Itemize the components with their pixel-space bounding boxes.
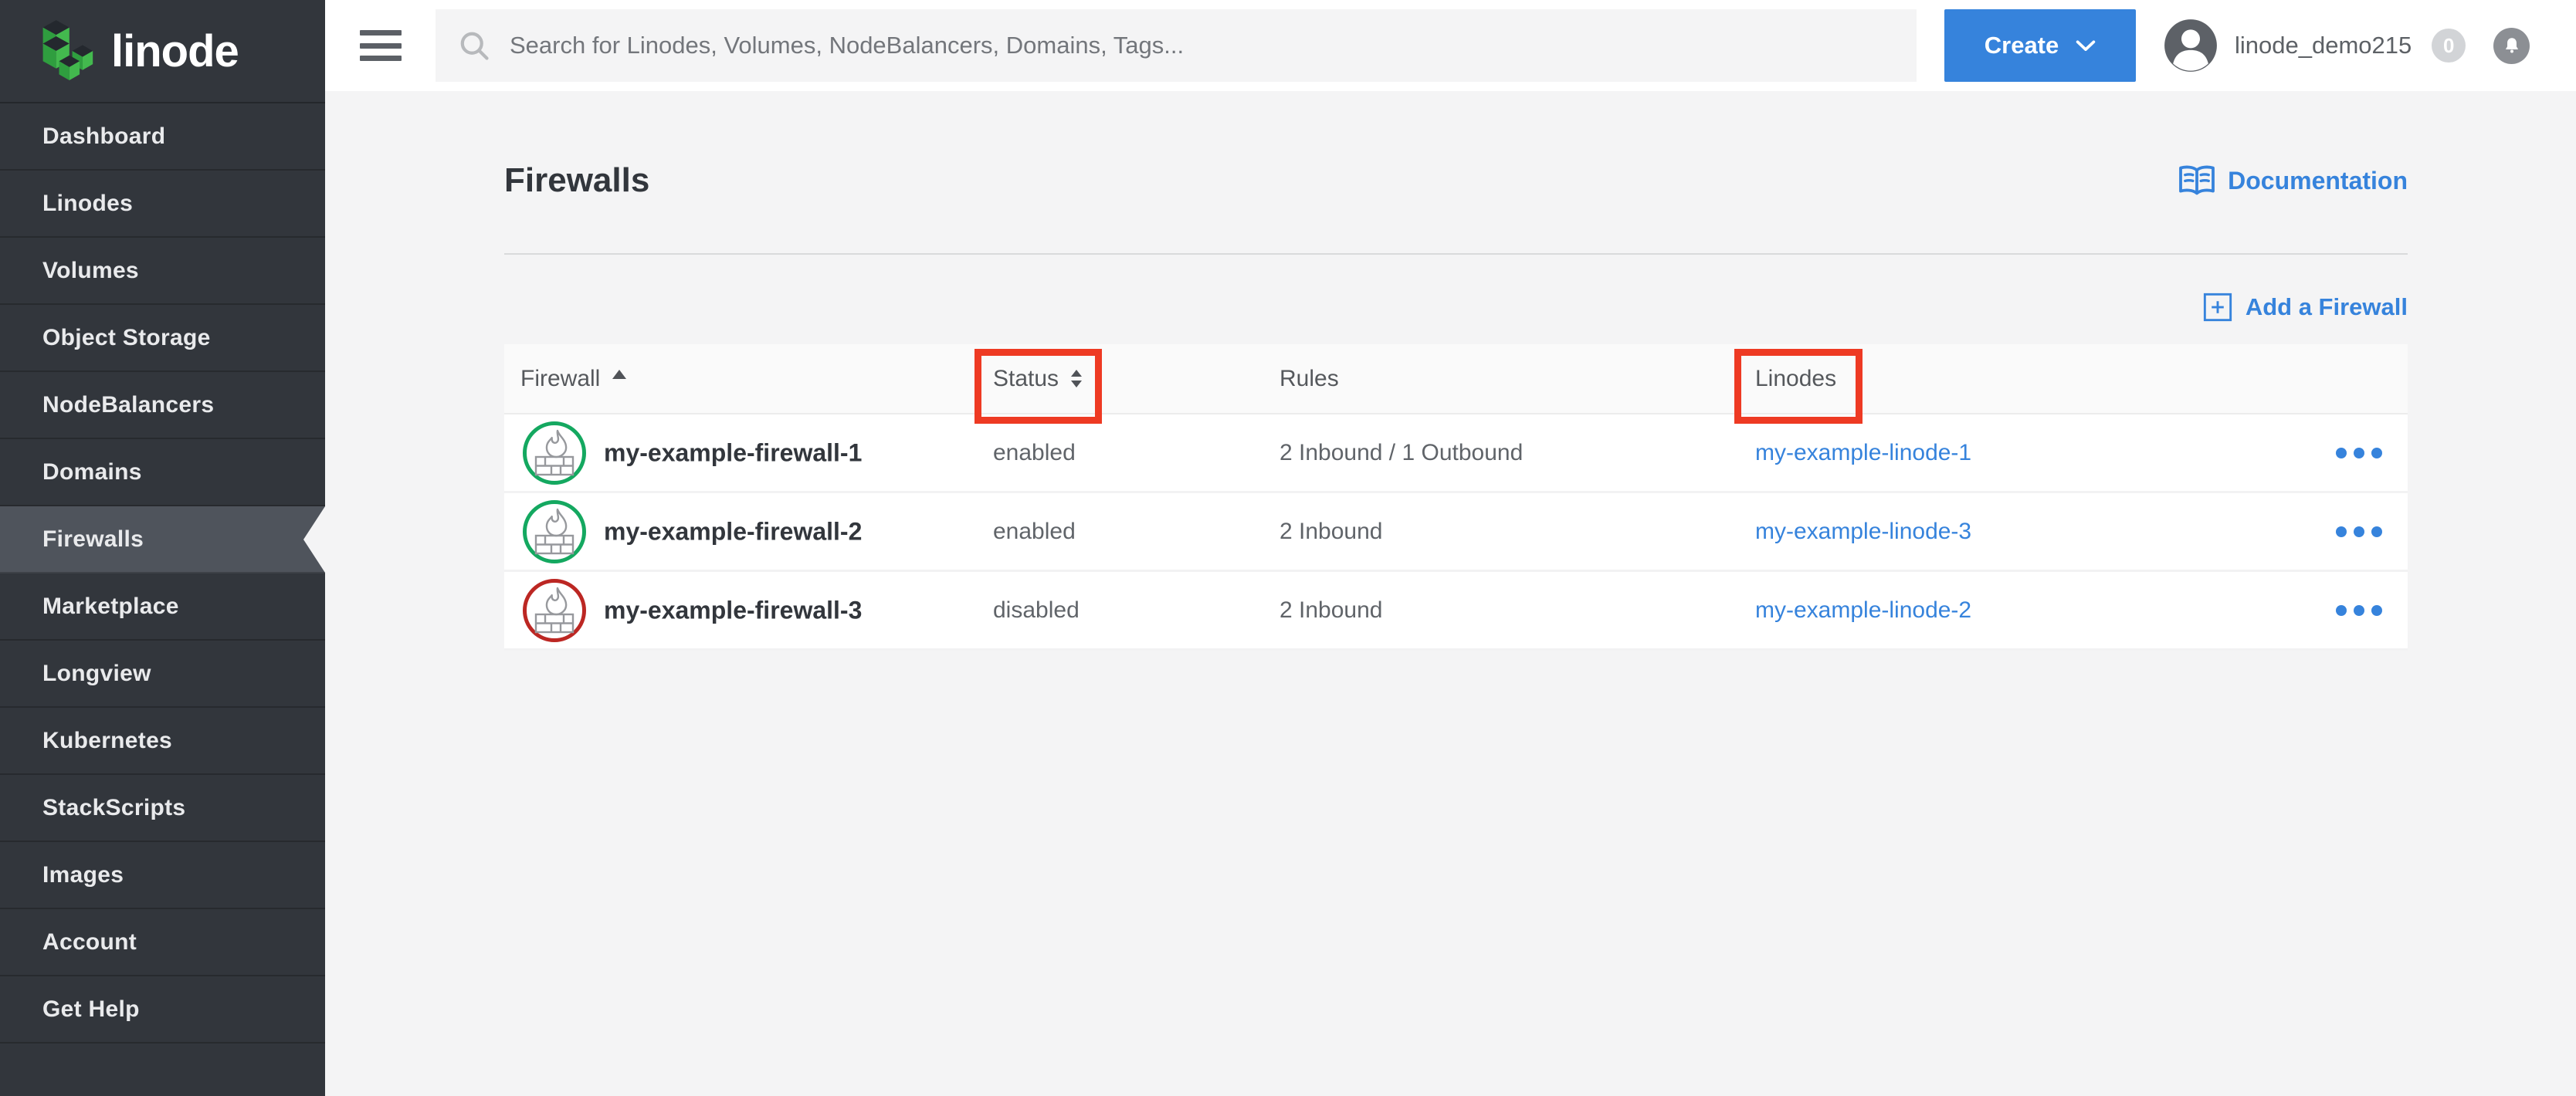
hamburger-icon — [360, 30, 402, 36]
firewall-rules: 2 Inbound / 1 Outbound — [1280, 440, 1523, 466]
sidebar-item-marketplace[interactable]: Marketplace — [0, 573, 325, 641]
column-header-linodes: Linodes — [1755, 366, 1836, 392]
linode-link[interactable]: my-example-linode-1 — [1755, 440, 1971, 466]
column-header-status[interactable]: Status — [993, 366, 1082, 392]
linode-link[interactable]: my-example-linode-2 — [1755, 597, 1971, 624]
plus-square-icon — [2202, 292, 2233, 323]
sort-ascending-icon — [612, 370, 626, 379]
menu-button[interactable] — [360, 30, 402, 61]
main-content: Firewalls Documentation — [325, 91, 2576, 1096]
add-firewall-button[interactable]: Add a Firewall — [2202, 292, 2408, 323]
documentation-icon — [2177, 164, 2217, 198]
linode-logo-text: linode — [111, 25, 239, 77]
notifications-button[interactable] — [2493, 28, 2530, 64]
firewall-status: disabled — [993, 597, 1080, 624]
search-bar — [436, 9, 1917, 82]
sidebar-item-stackscripts[interactable]: StackScripts — [0, 775, 325, 842]
firewall-enabled-icon — [522, 499, 587, 564]
linode-cloud-manager: linode Dashboard Linodes Volumes Object … — [0, 0, 2576, 1096]
firewall-rules: 2 Inbound — [1280, 597, 1382, 624]
documentation-link[interactable]: Documentation — [2177, 164, 2408, 198]
page-header: Firewalls Documentation — [504, 159, 2408, 202]
column-header-rules: Rules — [1280, 366, 1339, 392]
sidebar: linode Dashboard Linodes Volumes Object … — [0, 0, 325, 1096]
sidebar-item-nodebalancers[interactable]: NodeBalancers — [0, 372, 325, 439]
linode-link[interactable]: my-example-linode-3 — [1755, 519, 1971, 545]
topbar: Create linode_demo215 0 — [325, 0, 2576, 91]
linode-logo[interactable]: linode — [0, 0, 325, 102]
chevron-down-icon — [2076, 40, 2096, 52]
sidebar-item-kubernetes[interactable]: Kubernetes — [0, 708, 325, 775]
sidebar-item-dashboard[interactable]: Dashboard — [0, 103, 325, 171]
firewall-status: enabled — [993, 519, 1076, 545]
sidebar-item-firewalls[interactable]: Firewalls — [0, 506, 325, 573]
row-actions-button[interactable] — [2328, 597, 2390, 624]
firewall-enabled-icon — [522, 421, 587, 485]
table-row: my-example-firewall-1 enabled 2 Inbound … — [504, 414, 2408, 493]
sidebar-item-images[interactable]: Images — [0, 842, 325, 909]
table-header-row: Firewall Status Rules Linodes — [504, 344, 2408, 414]
firewall-rules: 2 Inbound — [1280, 519, 1382, 545]
linode-logo-icon — [37, 19, 96, 83]
column-header-firewall[interactable]: Firewall — [520, 366, 626, 392]
sidebar-item-domains[interactable]: Domains — [0, 439, 325, 506]
sidebar-item-account[interactable]: Account — [0, 909, 325, 976]
avatar[interactable] — [2162, 17, 2219, 74]
sidebar-nav: Dashboard Linodes Volumes Object Storage… — [0, 102, 325, 1044]
create-button[interactable]: Create — [1944, 9, 2136, 82]
search-input[interactable] — [508, 31, 1901, 60]
firewall-disabled-icon — [522, 578, 587, 643]
firewall-name: my-example-firewall-2 — [604, 517, 862, 546]
table-row: my-example-firewall-2 enabled 2 Inbound … — [504, 493, 2408, 572]
username[interactable]: linode_demo215 — [2235, 32, 2412, 59]
firewall-name: my-example-firewall-1 — [604, 438, 862, 467]
section-divider — [504, 253, 2408, 255]
notification-badge: 0 — [2432, 29, 2466, 63]
sidebar-item-longview[interactable]: Longview — [0, 641, 325, 708]
bell-icon — [2501, 35, 2523, 56]
row-actions-button[interactable] — [2328, 440, 2390, 466]
sidebar-item-get-help[interactable]: Get Help — [0, 976, 325, 1044]
page-title: Firewalls — [504, 161, 649, 200]
table-toolbar: Add a Firewall — [504, 292, 2408, 323]
firewalls-table: Firewall Status Rules Linodes — [504, 344, 2408, 651]
table-row: my-example-firewall-3 disabled 2 Inbound… — [504, 572, 2408, 651]
sidebar-item-linodes[interactable]: Linodes — [0, 171, 325, 238]
sidebar-item-volumes[interactable]: Volumes — [0, 238, 325, 305]
sidebar-item-object-storage[interactable]: Object Storage — [0, 305, 325, 372]
firewall-name: my-example-firewall-3 — [604, 596, 862, 624]
firewall-status: enabled — [993, 440, 1076, 466]
search-icon — [457, 29, 491, 63]
sort-icon — [1071, 370, 1082, 387]
row-actions-button[interactable] — [2328, 519, 2390, 545]
